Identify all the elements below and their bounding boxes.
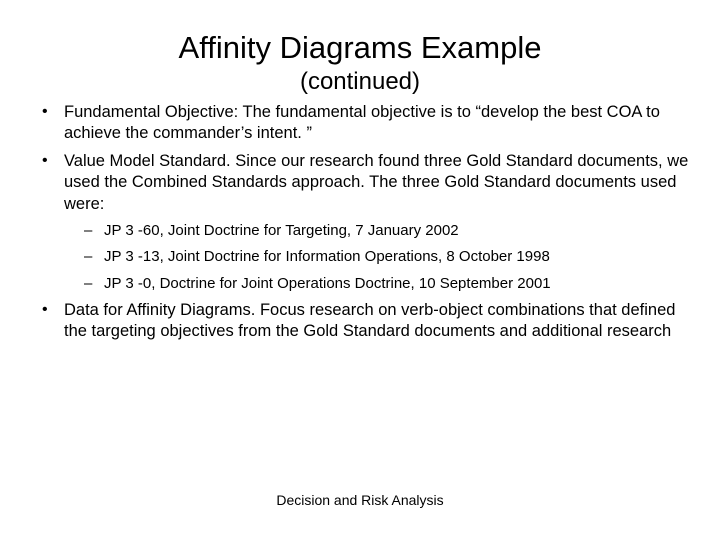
bullet-text: Data for Affinity Diagrams. Focus resear…: [64, 301, 675, 340]
list-item: JP 3 -0, Doctrine for Joint Operations D…: [84, 274, 700, 294]
list-item: JP 3 -60, Joint Doctrine for Targeting, …: [84, 221, 700, 241]
list-item: Value Model Standard. Since our research…: [42, 151, 700, 294]
bullet-list: Fundamental Objective: The fundamental o…: [20, 102, 700, 343]
slide-title: Affinity Diagrams Example: [20, 30, 700, 66]
list-item: JP 3 -13, Joint Doctrine for Information…: [84, 247, 700, 267]
slide-subtitle: (continued): [20, 68, 700, 96]
footer-text: Decision and Risk Analysis: [0, 492, 720, 508]
list-item: Data for Affinity Diagrams. Focus resear…: [42, 300, 700, 343]
bullet-text: Value Model Standard. Since our research…: [64, 152, 688, 213]
list-item: Fundamental Objective: The fundamental o…: [42, 102, 700, 145]
sub-bullet-list: JP 3 -60, Joint Doctrine for Targeting, …: [64, 221, 700, 294]
bullet-text: Fundamental Objective: The fundamental o…: [64, 103, 660, 142]
